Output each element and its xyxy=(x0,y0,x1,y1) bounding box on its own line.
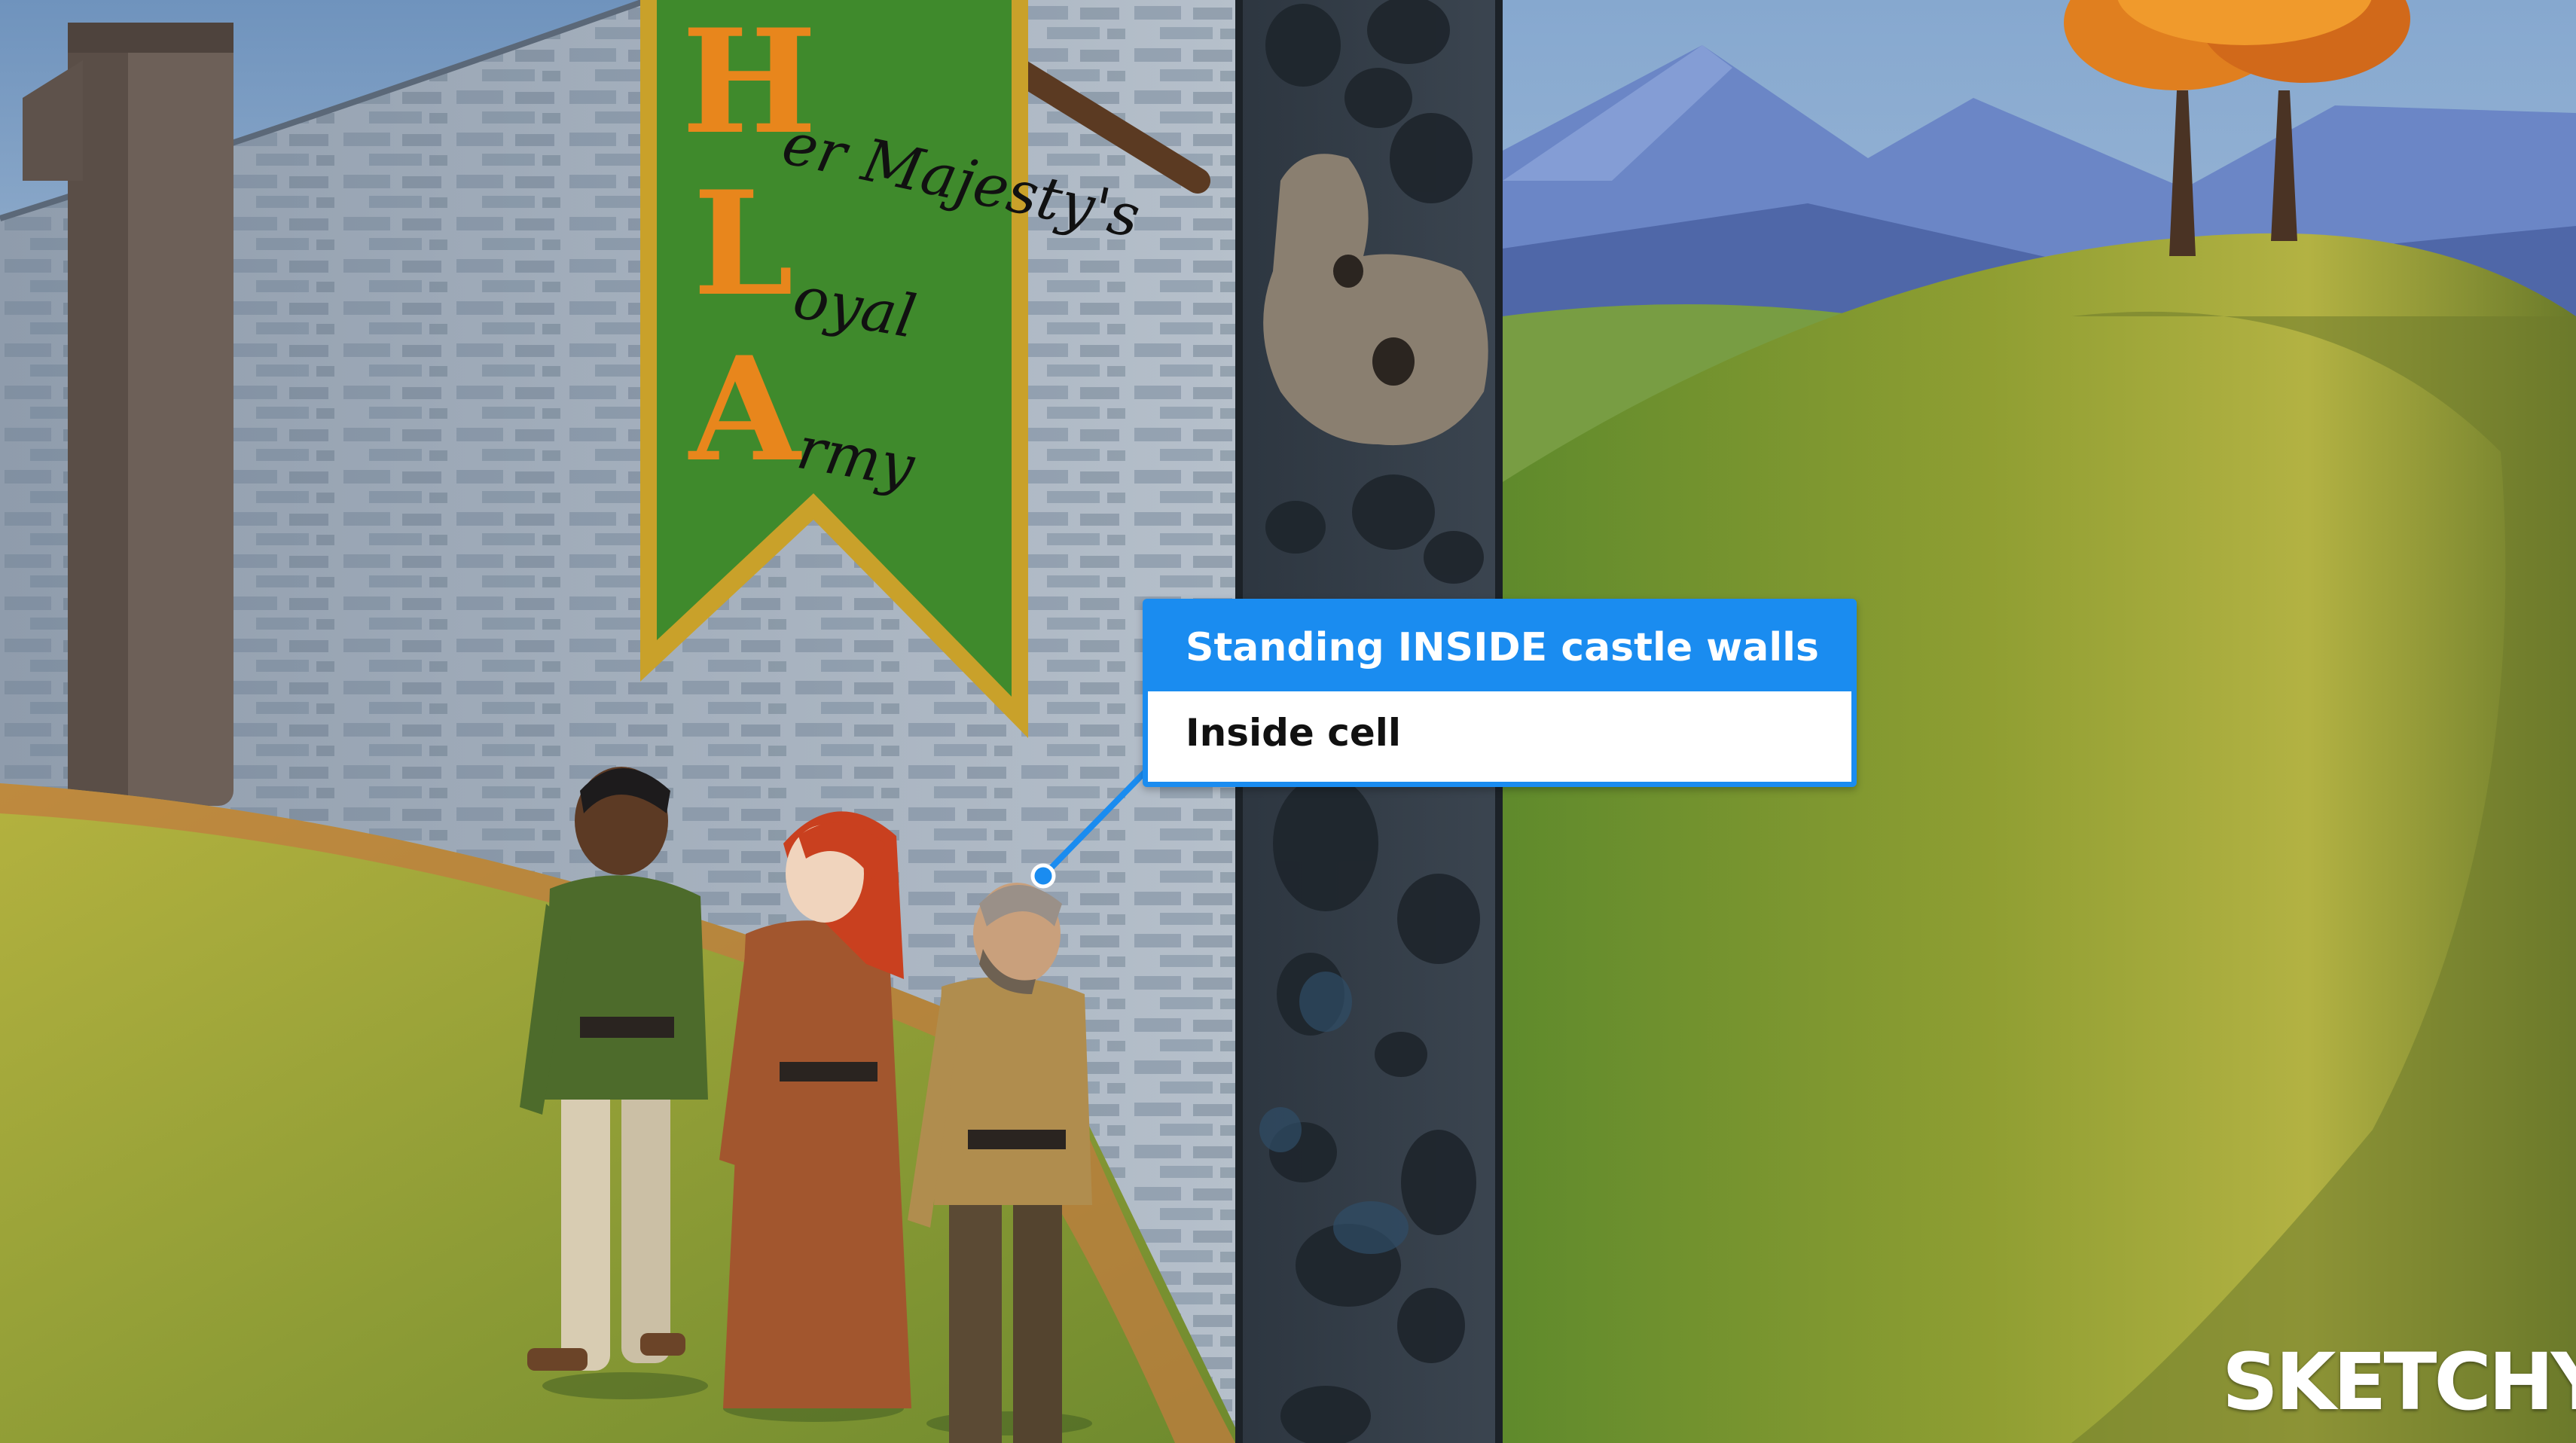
banner-initial-a: A xyxy=(688,325,802,493)
brand-logo: SKETCHY xyxy=(2222,1336,2576,1428)
callout-subtitle: Inside cell xyxy=(1186,711,1402,755)
annotation-callout: Standing INSIDE castle walls Inside cell xyxy=(1143,599,1857,787)
banner-initial-l: L xyxy=(693,160,794,328)
callout-title: Standing INSIDE castle walls xyxy=(1148,604,1851,691)
